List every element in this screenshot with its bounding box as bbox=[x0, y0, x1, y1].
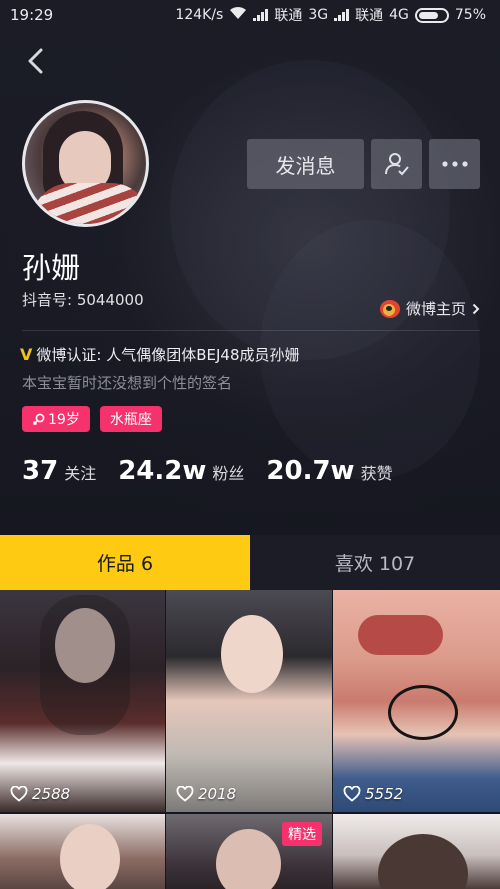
more-dots-icon bbox=[441, 161, 468, 167]
chevron-left-icon bbox=[28, 48, 43, 74]
tab-likes[interactable]: 喜欢 107 bbox=[250, 535, 500, 590]
battery-percent: 75% bbox=[454, 7, 486, 23]
stat-value: 24.2w bbox=[118, 456, 207, 486]
content-tabs: 作品 6 喜欢 107 bbox=[0, 535, 500, 590]
video-thumbnail[interactable]: 精选 bbox=[166, 814, 332, 889]
age-tag: 19岁 bbox=[22, 406, 90, 432]
age-tag-label: 19岁 bbox=[48, 412, 80, 428]
signal-icon bbox=[334, 9, 350, 21]
video-likes-count: 5552 bbox=[365, 785, 404, 803]
network-speed: 124K/s bbox=[175, 7, 224, 23]
video-likes-count: 2588 bbox=[32, 785, 71, 803]
signal-icon bbox=[253, 9, 269, 21]
send-message-button[interactable]: 发消息 bbox=[247, 139, 364, 189]
battery-icon bbox=[414, 7, 449, 23]
video-thumbnail[interactable]: 5552 bbox=[333, 590, 500, 812]
status-bar: 19:29 124K/s 联通 3G 联通 4G 75% bbox=[0, 0, 500, 30]
weibo-homepage-link[interactable]: 微博主页 bbox=[379, 298, 480, 319]
chevron-right-icon bbox=[472, 303, 480, 314]
weibo-icon bbox=[379, 299, 400, 318]
verified-icon: V bbox=[20, 345, 33, 364]
send-message-label: 发消息 bbox=[275, 153, 336, 178]
stat-value: 20.7w bbox=[266, 456, 355, 486]
profile-stats: 37 关注 24.2w 粉丝 20.7w 获赞 bbox=[22, 456, 415, 486]
status-time: 19:29 bbox=[10, 6, 54, 24]
video-thumbnail[interactable]: 2588 bbox=[0, 590, 165, 812]
video-thumbnail[interactable] bbox=[333, 814, 500, 889]
heart-icon bbox=[343, 786, 361, 802]
tab-works[interactable]: 作品 6 bbox=[0, 535, 250, 590]
weibo-link-label: 微博主页 bbox=[405, 300, 466, 318]
video-likes: 2588 bbox=[10, 785, 70, 803]
zodiac-tag-label: 水瓶座 bbox=[109, 412, 152, 428]
stat-followers[interactable]: 24.2w 粉丝 bbox=[118, 456, 244, 486]
stat-value: 37 bbox=[22, 456, 59, 486]
tab-works-label: 作品 6 bbox=[96, 553, 154, 575]
featured-badge: 精选 bbox=[282, 822, 322, 846]
more-options-button[interactable] bbox=[429, 139, 480, 189]
video-likes-count: 2018 bbox=[198, 785, 237, 803]
video-grid: 2588 2018 5552 精选 bbox=[0, 590, 500, 889]
tab-likes-label: 喜欢 107 bbox=[334, 553, 416, 575]
stat-label: 获赞 bbox=[360, 464, 393, 483]
verification-text: 微博认证: 人气偶像团体BEJ48成员孙姗 bbox=[36, 346, 300, 364]
stat-following[interactable]: 37 关注 bbox=[22, 456, 96, 486]
signature: 本宝宝暂时还没想到个性的签名 bbox=[22, 374, 233, 392]
stat-label: 粉丝 bbox=[212, 464, 245, 483]
divider bbox=[22, 330, 480, 331]
douyin-id: 抖音号: 5044000 bbox=[22, 291, 144, 309]
video-likes: 5552 bbox=[343, 785, 403, 803]
stat-likes[interactable]: 20.7w 获赞 bbox=[266, 456, 392, 486]
avatar[interactable] bbox=[22, 100, 149, 227]
network-type-2: 4G bbox=[389, 7, 409, 23]
back-button[interactable] bbox=[18, 44, 52, 78]
weibo-verification: V 微博认证: 人气偶像团体BEJ48成员孙姗 bbox=[20, 344, 300, 365]
video-likes: 2018 bbox=[176, 785, 236, 803]
heart-icon bbox=[176, 786, 194, 802]
video-thumbnail[interactable]: 2018 bbox=[166, 590, 332, 812]
heart-icon bbox=[10, 786, 28, 802]
user-check-icon bbox=[384, 153, 409, 176]
carrier-2: 联通 bbox=[355, 8, 384, 24]
carrier-1: 联通 bbox=[274, 8, 303, 24]
profile-tags: 19岁 水瓶座 bbox=[22, 406, 162, 432]
follow-user-button[interactable] bbox=[371, 139, 422, 189]
profile-name: 孙姗 bbox=[22, 251, 81, 285]
network-type-1: 3G bbox=[308, 7, 329, 23]
female-icon bbox=[32, 413, 45, 425]
zodiac-tag: 水瓶座 bbox=[99, 406, 162, 432]
stat-label: 关注 bbox=[64, 464, 97, 483]
wifi-icon bbox=[229, 6, 247, 24]
video-thumbnail[interactable] bbox=[0, 814, 165, 889]
